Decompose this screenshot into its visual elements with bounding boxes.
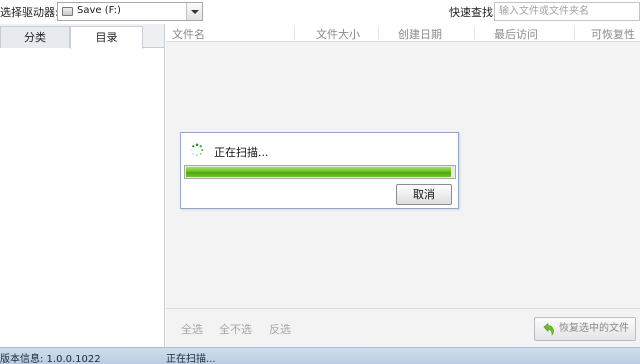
loading-spinner-icon	[190, 143, 204, 157]
restore-selected-label: 恢复选中的文件	[559, 323, 629, 334]
drive-select[interactable]: Save (F:)	[57, 2, 203, 21]
column-separator	[294, 26, 295, 40]
tab-classify[interactable]: 分类	[0, 26, 70, 48]
invert-selection-link[interactable]: 反选	[269, 321, 291, 337]
progress-fill	[186, 167, 452, 177]
select-all-link[interactable]: 全选	[181, 321, 203, 337]
scan-progress-bar	[184, 165, 456, 179]
column-filesize[interactable]: 文件大小	[316, 26, 360, 42]
column-filename[interactable]: 文件名	[172, 26, 205, 42]
left-tabs: 分类 目录	[0, 24, 164, 49]
chevron-down-icon[interactable]	[186, 3, 202, 20]
toolbar: 选择驱动器: Save (F:) 快速查找:	[0, 0, 640, 24]
tab-directory[interactable]: 目录	[70, 26, 143, 49]
column-separator	[378, 26, 379, 40]
left-panel: 分类 目录	[0, 24, 165, 347]
scan-dialog: 正在扫描... 取消	[180, 132, 459, 209]
version-info: 版本信息: 1.0.0.1022	[0, 354, 101, 364]
action-bar: 全选 全不选 反选 恢复选中的文件	[166, 308, 640, 347]
status-bar: 版本信息: 1.0.0.1022 正在扫描...	[0, 347, 640, 364]
search-input[interactable]	[494, 2, 640, 21]
drive-label: 选择驱动器:	[0, 6, 59, 19]
column-recoverability[interactable]: 可恢复性	[591, 26, 635, 42]
search-label: 快速查找:	[449, 6, 497, 19]
drive-icon	[62, 7, 73, 16]
column-created[interactable]: 创建日期	[398, 26, 442, 42]
restore-arrow-icon	[543, 322, 554, 336]
restore-selected-button[interactable]: 恢复选中的文件	[534, 317, 636, 341]
cancel-button[interactable]: 取消	[396, 184, 452, 205]
status-text: 正在扫描...	[166, 354, 216, 364]
drive-select-value: Save (F:)	[77, 5, 121, 16]
column-separator	[574, 26, 575, 40]
column-header: 文件名 文件大小 创建日期 最后访问 可恢复性	[166, 24, 640, 42]
column-last-access[interactable]: 最后访问	[494, 26, 538, 42]
file-list: 正在扫描... 取消	[166, 42, 640, 308]
scan-message: 正在扫描...	[214, 146, 269, 159]
file-panel: 文件名 文件大小 创建日期 最后访问 可恢复性 正在扫描... 取消 全选 全不…	[166, 24, 640, 347]
select-none-link[interactable]: 全不选	[219, 321, 252, 337]
column-separator	[474, 26, 475, 40]
